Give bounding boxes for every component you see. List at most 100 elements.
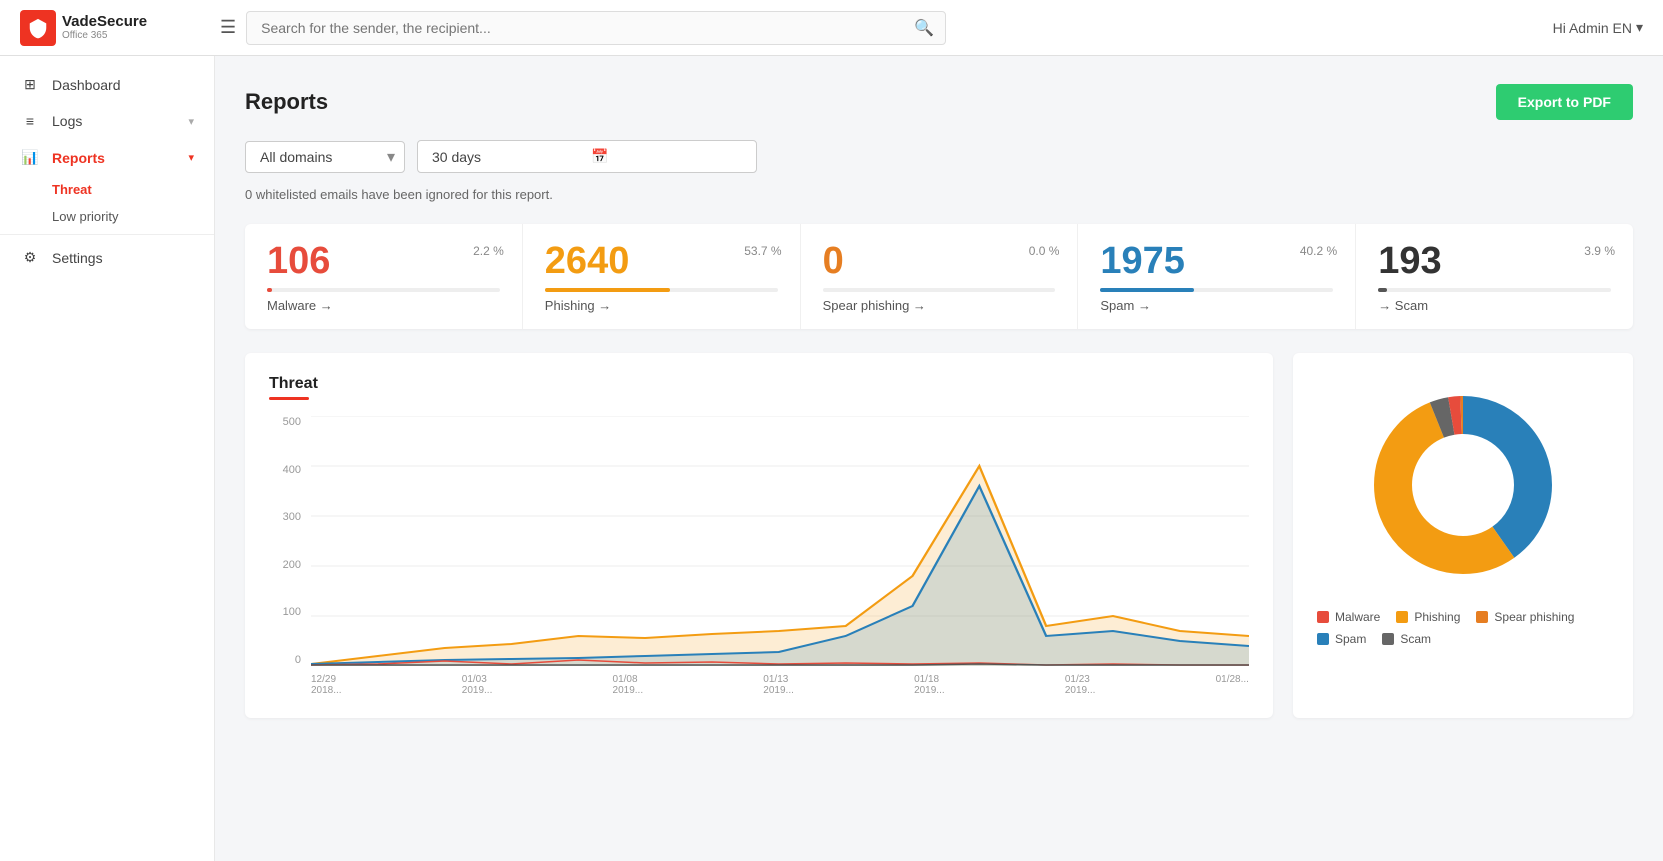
stat-scam-bar-fill <box>1378 288 1387 292</box>
search-bar: 🔍 <box>246 11 946 45</box>
stat-spear[interactable]: 0 0.0 % Spear phishing → <box>801 224 1079 329</box>
legend-spear-label: Spear phishing <box>1494 610 1574 624</box>
menu-icon[interactable]: ☰ <box>220 17 236 38</box>
y-label-400: 400 <box>269 464 301 476</box>
stat-malware-bar-fill <box>267 288 272 292</box>
donut-chart-container: Malware Phishing Spear phishing Spam <box>1293 353 1633 718</box>
stat-phishing-bar-fill <box>545 288 670 292</box>
x-label-3: 01/132019... <box>763 674 794 696</box>
sidebar-sub-low-priority[interactable]: Low priority <box>0 203 214 230</box>
sidebar-divider <box>0 234 214 235</box>
sidebar-sub-label-low-priority: Low priority <box>52 209 118 224</box>
logo-area: VadeSecure Office 365 <box>20 10 220 46</box>
line-chart-container: Threat 500 400 300 200 100 0 <box>245 353 1273 718</box>
stat-spam[interactable]: 1975 40.2 % Spam → <box>1078 224 1356 329</box>
x-label-4: 01/182019... <box>914 674 945 696</box>
logs-icon: ≡ <box>20 113 40 129</box>
legend-malware-dot <box>1317 611 1329 623</box>
x-label-1: 01/032019... <box>462 674 493 696</box>
donut-center <box>1413 435 1513 535</box>
stat-malware-bar <box>267 288 500 292</box>
y-label-300: 300 <box>269 511 301 523</box>
stat-spam-label: Spam → <box>1100 298 1333 313</box>
legend-spear: Spear phishing <box>1476 610 1574 624</box>
search-input[interactable] <box>246 11 946 45</box>
sidebar-label-dashboard: Dashboard <box>52 77 121 93</box>
y-label-100: 100 <box>269 606 301 618</box>
sidebar-sub-threat[interactable]: Threat <box>0 176 214 203</box>
stat-spear-label: Spear phishing → <box>823 298 1056 313</box>
x-label-2: 01/082019... <box>613 674 644 696</box>
domain-filter[interactable]: All domains <box>245 141 405 173</box>
stat-phishing-pct: 53.7 % <box>744 244 781 258</box>
donut-legend: Malware Phishing Spear phishing Spam <box>1317 610 1609 646</box>
stat-phishing[interactable]: 2640 53.7 % Phishing → <box>523 224 801 329</box>
legend-phishing-dot <box>1396 611 1408 623</box>
user-label: Hi Admin EN <box>1553 20 1632 36</box>
settings-icon: ⚙ <box>20 249 40 266</box>
content-header: Reports Export to PDF <box>245 84 1633 120</box>
logo-sub: Office 365 <box>62 30 147 41</box>
chart-y-labels: 500 400 300 200 100 0 <box>269 416 307 666</box>
sidebar-label-reports: Reports <box>52 150 105 166</box>
legend-spam-dot <box>1317 633 1329 645</box>
legend-spear-dot <box>1476 611 1488 623</box>
y-label-500: 500 <box>269 416 301 428</box>
legend-malware-label: Malware <box>1335 610 1380 624</box>
legend-phishing-label: Phishing <box>1414 610 1460 624</box>
donut-svg <box>1363 385 1563 585</box>
stat-scam-bar <box>1378 288 1611 292</box>
stat-scam-number: 193 <box>1378 242 1611 280</box>
sidebar-item-logs[interactable]: ≡ Logs ▾ <box>0 103 214 139</box>
sidebar: ⊞ Dashboard ≡ Logs ▾ 📊 Reports ▾ Threat … <box>0 56 215 861</box>
user-chevron-icon: ▾ <box>1636 19 1643 36</box>
filters-row: All domains ▾ 30 days 📅 <box>245 140 1633 173</box>
sidebar-item-dashboard[interactable]: ⊞ Dashboard <box>0 66 214 103</box>
logo-brand: VadeSecure <box>62 14 147 31</box>
logo-icon <box>20 10 56 46</box>
stat-spear-pct: 0.0 % <box>1029 244 1060 258</box>
line-chart-area: 500 400 300 200 100 0 <box>269 416 1249 696</box>
stat-phishing-label: Phishing → <box>545 298 778 313</box>
x-label-5: 01/232019... <box>1065 674 1096 696</box>
stat-phishing-bar <box>545 288 778 292</box>
chart-plot <box>311 416 1249 666</box>
y-label-200: 200 <box>269 559 301 571</box>
stat-spam-bar <box>1100 288 1333 292</box>
legend-scam-label: Scam <box>1400 632 1431 646</box>
content-area: Reports Export to PDF All domains ▾ 30 d… <box>215 56 1663 861</box>
logs-chevron-icon: ▾ <box>188 115 194 128</box>
sidebar-item-reports[interactable]: 📊 Reports ▾ <box>0 139 214 176</box>
stat-scam-label: → Scam <box>1378 298 1611 313</box>
legend-malware: Malware <box>1317 610 1380 624</box>
legend-phishing: Phishing <box>1396 610 1460 624</box>
export-pdf-button[interactable]: Export to PDF <box>1496 84 1633 120</box>
stat-malware[interactable]: 106 2.2 % Malware → <box>245 224 523 329</box>
sidebar-label-logs: Logs <box>52 113 82 129</box>
stat-spam-number: 1975 <box>1100 242 1333 280</box>
y-label-0: 0 <box>269 654 301 666</box>
date-filter[interactable]: 30 days 📅 <box>417 140 757 173</box>
legend-spam: Spam <box>1317 632 1366 646</box>
stat-scam[interactable]: 193 3.9 % → Scam <box>1356 224 1633 329</box>
reports-icon: 📊 <box>20 149 40 166</box>
donut-wrap <box>1363 385 1563 590</box>
stat-spam-pct: 40.2 % <box>1300 244 1337 258</box>
domain-filter-wrap: All domains ▾ <box>245 141 405 173</box>
stat-malware-label: Malware → <box>267 298 500 313</box>
stat-spam-bar-fill <box>1100 288 1194 292</box>
stats-row: 106 2.2 % Malware → 2640 53.7 % Phishing… <box>245 224 1633 329</box>
chart-title: Threat <box>269 375 1249 393</box>
chart-title-underline <box>269 397 309 400</box>
x-label-0: 12/292018... <box>311 674 342 696</box>
sidebar-label-settings: Settings <box>52 250 103 266</box>
logo-text: VadeSecure Office 365 <box>62 14 147 42</box>
sidebar-item-settings[interactable]: ⚙ Settings <box>0 239 214 276</box>
user-menu[interactable]: Hi Admin EN ▾ <box>1553 19 1643 36</box>
ignored-note: 0 whitelisted emails have been ignored f… <box>245 187 1633 202</box>
stat-malware-pct: 2.2 % <box>473 244 504 258</box>
stat-spear-bar <box>823 288 1056 292</box>
stat-malware-number: 106 <box>267 242 500 280</box>
topbar: VadeSecure Office 365 ☰ 🔍 Hi Admin EN ▾ <box>0 0 1663 56</box>
search-icon: 🔍 <box>914 18 934 38</box>
